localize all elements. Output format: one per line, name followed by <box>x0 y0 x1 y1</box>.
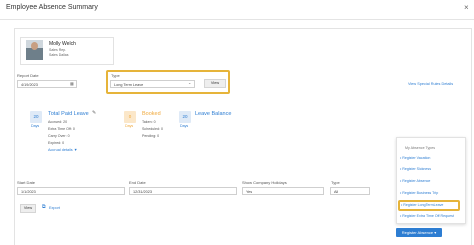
employee-role: Sales Rep. <box>49 48 67 52</box>
total-paid-title: Total Paid Leave <box>48 111 89 117</box>
view-button[interactable]: View <box>204 79 226 88</box>
employee-location: Sales Dallas <box>49 53 69 57</box>
menu-header: My Absence Types <box>405 146 436 150</box>
menu-item-register-vacation[interactable]: • Register Vacation <box>400 156 430 160</box>
scheduled-value: Scheduled: 0 <box>142 127 163 131</box>
balance-days: Days <box>180 124 189 128</box>
holidays-select[interactable]: Yes <box>242 187 324 195</box>
expired-value: Expired: 0 <box>48 141 65 145</box>
menu-item-register-business-trip[interactable]: • Register Business Trip <box>400 191 438 195</box>
menu-item-label: Register Extra Time Off Request <box>402 214 454 218</box>
accrual-details-link[interactable]: Accrual details ▼ <box>48 148 78 152</box>
menu-item-register-absence[interactable]: • Register Absence <box>400 179 430 183</box>
edit-icon[interactable]: ✎ <box>92 110 96 116</box>
menu-item-register-sickness[interactable]: • Register Sickness <box>400 167 431 171</box>
report-date-label: Report Date <box>17 73 39 78</box>
range-view-button[interactable]: View <box>20 204 36 213</box>
extra-time-off-value: Extra Time Off: 0 <box>48 127 75 131</box>
close-icon[interactable]: × <box>464 3 469 12</box>
menu-item-label: Register Sickness <box>402 167 432 171</box>
menu-item-label: Register Business Trip <box>402 191 439 195</box>
booked-title: Booked <box>142 111 161 117</box>
menu-item-register-long-term-leave[interactable]: • Register LongTermLeave <box>401 203 443 207</box>
range-type-label: Type <box>331 180 340 185</box>
end-date-label: End Date <box>129 180 146 185</box>
chevron-down-icon: ⌄ <box>188 80 192 85</box>
employee-name: Molly Welch <box>49 41 76 47</box>
export-icon[interactable]: ⧉ <box>42 204 46 210</box>
special-rules-link[interactable]: View Special Rules Details <box>408 82 453 86</box>
menu-item-label: Register Vacation <box>402 156 431 160</box>
accrued-value: Accrued: 20 <box>48 120 68 124</box>
holidays-label: Show Company Holidays <box>242 180 287 185</box>
booked-days: Days <box>125 124 134 128</box>
range-type-select[interactable]: All <box>330 187 370 195</box>
balance-title: Leave Balance <box>195 111 232 117</box>
type-select[interactable]: Long Term Leave <box>110 80 195 88</box>
type-label: Type <box>111 73 120 78</box>
calendar-icon[interactable]: ▦ <box>70 81 74 86</box>
avatar-face <box>31 42 38 50</box>
balance-badge: 20 <box>179 111 191 123</box>
register-absence-button[interactable]: Register Absence ▾ <box>396 228 442 237</box>
menu-item-register-extra-time-off[interactable]: • Register Extra Time Off Request <box>400 214 454 218</box>
menu-item-label: Register Absence <box>402 179 431 183</box>
title-divider <box>0 19 474 20</box>
carry-over-value: Carry Over: 0 <box>48 134 70 138</box>
report-date-input[interactable]: 4/19/2023 <box>17 80 77 88</box>
window-title: Employee Absence Summary <box>6 4 98 11</box>
start-date-label: Start Date <box>17 180 36 185</box>
booked-badge: 0 <box>124 111 136 123</box>
total-paid-days: Days <box>31 124 40 128</box>
start-date-input[interactable]: 1/1/2023 <box>17 187 125 195</box>
taken-value: Taken: 0 <box>142 120 156 124</box>
menu-item-label: Register LongTermLeave <box>403 203 444 207</box>
end-date-input[interactable]: 12/31/2023 <box>129 187 237 195</box>
pending-value: Pending: 0 <box>142 134 160 138</box>
export-link[interactable]: Export <box>49 206 60 210</box>
total-paid-badge: 20 <box>30 111 42 123</box>
